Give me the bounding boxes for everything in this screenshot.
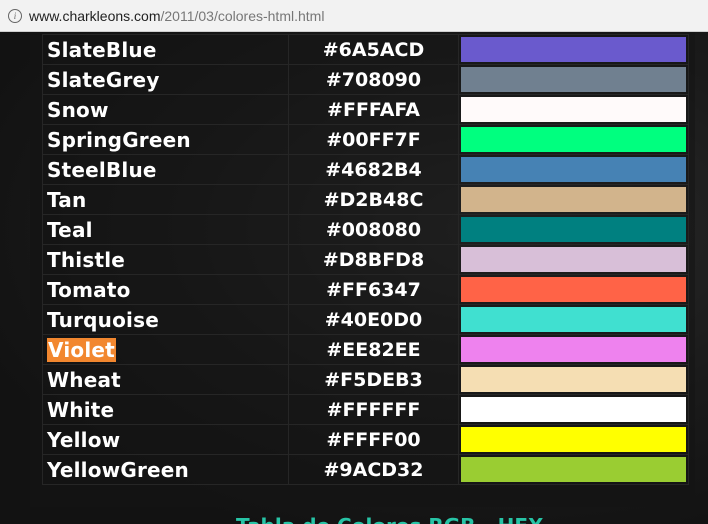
url-text[interactable]: www.charkleons.com/2011/03/colores-html.… xyxy=(29,8,324,24)
color-name-cell: YellowGreen xyxy=(42,454,289,485)
color-name-cell: Tomato xyxy=(42,274,289,305)
color-hex: #F5DEB3 xyxy=(288,364,459,395)
color-swatch xyxy=(461,157,686,182)
color-name-cell: Teal xyxy=(42,214,289,245)
color-name-cell: Yellow xyxy=(42,424,289,455)
color-swatch-cell xyxy=(458,184,689,215)
color-name: YellowGreen xyxy=(47,457,189,482)
color-row: Yellow #FFFF00 xyxy=(42,424,689,455)
color-name: Yellow xyxy=(47,427,121,452)
page-content: SlateBlue #6A5ACD SlateGrey #708090 Snow #FFF… xyxy=(0,32,708,524)
color-hex: #FFFAFA xyxy=(288,94,459,125)
color-row: Teal #008080 xyxy=(42,214,689,245)
color-hex: #9ACD32 xyxy=(288,454,459,485)
url-host: www.charkleons.com xyxy=(29,7,161,24)
color-name: Tan xyxy=(47,187,87,212)
color-row: SpringGreen #00FF7F xyxy=(42,124,689,155)
color-swatch xyxy=(461,277,686,302)
color-row: SlateGrey #708090 xyxy=(42,64,689,95)
color-swatch-cell xyxy=(458,454,689,485)
color-name: Wheat xyxy=(47,367,121,392)
color-row: Wheat #F5DEB3 xyxy=(42,364,689,395)
color-swatch xyxy=(461,37,686,62)
color-swatch-cell xyxy=(458,64,689,95)
color-name-cell: Tan xyxy=(42,184,289,215)
color-swatch xyxy=(461,307,686,332)
color-swatch-cell xyxy=(458,94,689,125)
color-row: SlateBlue #6A5ACD xyxy=(42,34,689,65)
color-hex: #00FF7F xyxy=(288,124,459,155)
color-swatch-cell xyxy=(458,154,689,185)
color-name-cell: SteelBlue xyxy=(42,154,289,185)
color-name-cell: Violet xyxy=(42,334,289,365)
color-name: SlateBlue xyxy=(47,37,157,62)
section-title: Tabla de Colores RGB - HEX xyxy=(236,514,543,524)
color-name-cell: Thistle xyxy=(42,244,289,275)
color-table: SlateBlue #6A5ACD SlateGrey #708090 Snow #FFF… xyxy=(42,34,689,485)
color-hex: #40E0D0 xyxy=(288,304,459,335)
color-row: Turquoise #40E0D0 xyxy=(42,304,689,335)
color-name: SteelBlue xyxy=(47,157,157,182)
color-row: SteelBlue #4682B4 xyxy=(42,154,689,185)
color-name-cell: Snow xyxy=(42,94,289,125)
color-swatch xyxy=(461,187,686,212)
url-path: /2011/03/colores-html.html xyxy=(160,7,325,24)
color-name-cell: Turquoise xyxy=(42,304,289,335)
color-row: YellowGreen #9ACD32 xyxy=(42,454,689,485)
color-name-cell: Wheat xyxy=(42,364,289,395)
color-swatch-cell xyxy=(458,334,689,365)
color-row: Violet #EE82EE xyxy=(42,334,689,365)
color-hex: #4682B4 xyxy=(288,154,459,185)
color-swatch xyxy=(461,97,686,122)
color-swatch-cell xyxy=(458,424,689,455)
address-bar[interactable]: i www.charkleons.com/2011/03/colores-htm… xyxy=(0,0,708,32)
color-row: Tomato #FF6347 xyxy=(42,274,689,305)
color-swatch-cell xyxy=(458,214,689,245)
color-swatch-cell xyxy=(458,394,689,425)
color-name: SpringGreen xyxy=(47,127,191,152)
color-swatch xyxy=(461,127,686,152)
color-name: White xyxy=(47,397,115,422)
color-hex: #708090 xyxy=(288,64,459,95)
color-hex: #FFFF00 xyxy=(288,424,459,455)
color-row: Tan #D2B48C xyxy=(42,184,689,215)
color-swatch xyxy=(461,367,686,392)
color-swatch xyxy=(461,457,686,482)
color-swatch xyxy=(461,397,686,422)
color-swatch-cell xyxy=(458,34,689,65)
color-hex: #6A5ACD xyxy=(288,34,459,65)
color-name: Thistle xyxy=(47,247,126,272)
color-name: Snow xyxy=(47,97,109,122)
color-hex: #FF6347 xyxy=(288,274,459,305)
color-name: Turquoise xyxy=(47,307,159,332)
color-name-cell: White xyxy=(42,394,289,425)
color-swatch-cell xyxy=(458,364,689,395)
color-hex: #EE82EE xyxy=(288,334,459,365)
color-swatch xyxy=(461,217,686,242)
color-swatch-cell xyxy=(458,274,689,305)
color-hex: #D8BFD8 xyxy=(288,244,459,275)
color-name: Violet xyxy=(47,337,116,362)
color-name-cell: SlateGrey xyxy=(42,64,289,95)
color-name-cell: SlateBlue xyxy=(42,34,289,65)
color-swatch xyxy=(461,337,686,362)
color-row: White #FFFFFF xyxy=(42,394,689,425)
color-swatch xyxy=(461,427,686,452)
color-row: Snow #FFFAFA xyxy=(42,94,689,125)
color-swatch xyxy=(461,67,686,92)
color-hex: #D2B48C xyxy=(288,184,459,215)
color-name-cell: SpringGreen xyxy=(42,124,289,155)
info-icon[interactable]: i xyxy=(8,8,22,23)
color-hex: #008080 xyxy=(288,214,459,245)
color-name: Teal xyxy=(47,217,93,242)
color-swatch-cell xyxy=(458,304,689,335)
color-row: Thistle #D8BFD8 xyxy=(42,244,689,275)
color-swatch xyxy=(461,247,686,272)
color-hex: #FFFFFF xyxy=(288,394,459,425)
color-swatch-cell xyxy=(458,124,689,155)
color-swatch-cell xyxy=(458,244,689,275)
color-name: SlateGrey xyxy=(47,67,160,92)
color-name: Tomato xyxy=(47,277,131,302)
